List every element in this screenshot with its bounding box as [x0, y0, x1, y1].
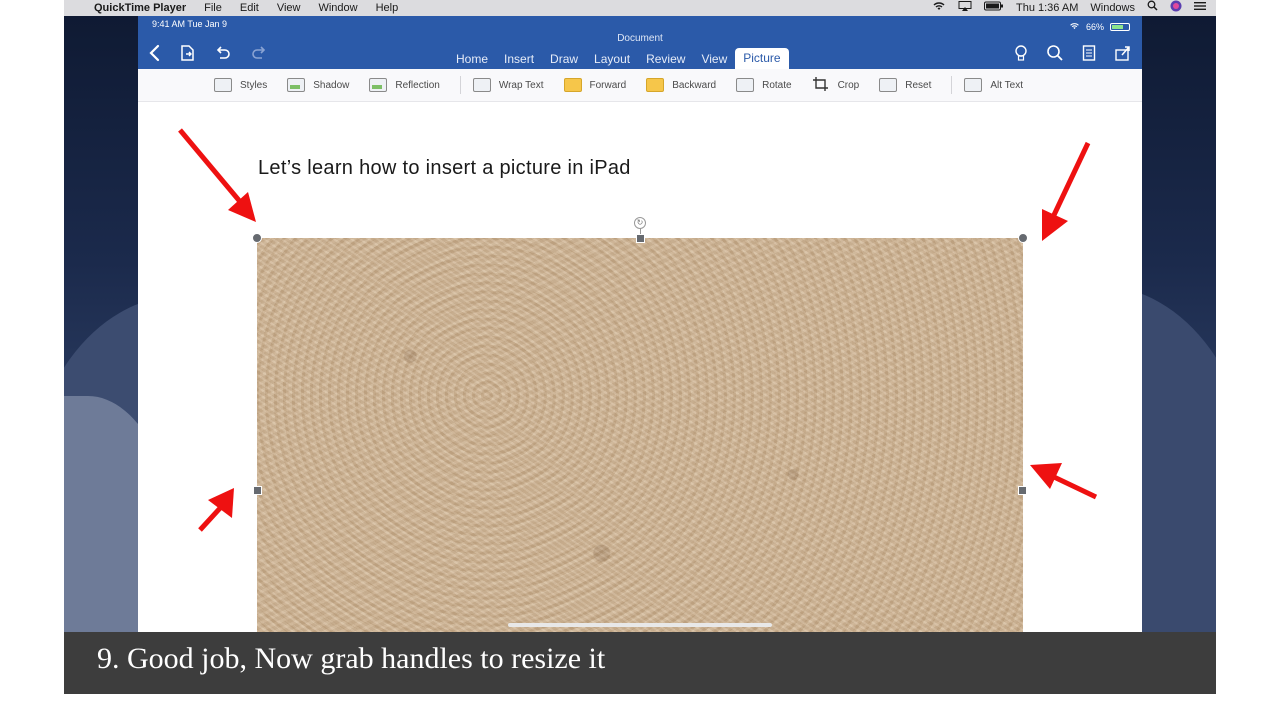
- back-icon[interactable]: [148, 44, 162, 67]
- crop-icon: [812, 76, 830, 95]
- search-icon[interactable]: [1147, 0, 1158, 16]
- reader-icon[interactable]: [1082, 44, 1096, 66]
- shadow-icon: [287, 78, 306, 92]
- tab-view[interactable]: View: [693, 49, 735, 70]
- tab-layout[interactable]: Layout: [586, 49, 638, 70]
- caption-bar: 9. Good job, Now grab handles to resize …: [64, 632, 1216, 694]
- wrap-text-label: Wrap Text: [498, 79, 544, 91]
- menu-view[interactable]: View: [277, 2, 301, 14]
- forward-icon: [563, 78, 582, 92]
- menu-file[interactable]: File: [204, 2, 222, 14]
- resize-handle-left[interactable]: [253, 486, 262, 495]
- mac-menu-bar: QuickTime Player File Edit View Window H…: [64, 0, 1216, 16]
- resize-handle-top[interactable]: [636, 234, 645, 243]
- document-heading[interactable]: Let’s learn how to insert a picture in i…: [258, 157, 631, 180]
- shadow-label: Shadow: [313, 79, 350, 91]
- tab-picture[interactable]: Picture: [735, 48, 789, 70]
- resize-handle-top-right[interactable]: [1018, 233, 1028, 243]
- file-icon[interactable]: [180, 44, 196, 67]
- menu-help[interactable]: Help: [376, 2, 399, 14]
- tab-home[interactable]: Home: [448, 49, 496, 70]
- alt-text-icon: [964, 78, 983, 92]
- menu-app-name[interactable]: QuickTime Player: [94, 2, 186, 14]
- battery-icon[interactable]: [984, 0, 1004, 16]
- styles-button[interactable]: Styles: [214, 78, 267, 92]
- shadow-button[interactable]: Shadow: [287, 78, 349, 92]
- tab-draw[interactable]: Draw: [542, 49, 586, 70]
- arrow-left-icon: [198, 488, 234, 532]
- backward-label: Backward: [672, 79, 717, 91]
- picture-texture: [257, 238, 1023, 632]
- menu-user[interactable]: Windows: [1090, 2, 1135, 14]
- battery-percent: 66%: [1085, 22, 1104, 32]
- home-indicator: [508, 623, 772, 627]
- ribbon-divider: [459, 76, 461, 94]
- styles-icon: [214, 78, 232, 92]
- arrow-top-left-icon: [178, 128, 256, 222]
- undo-icon[interactable]: [214, 44, 232, 67]
- video-frame: QuickTime Player File Edit View Window H…: [0, 0, 1280, 720]
- ipad-screen: 9:41 AM Tue Jan 9 66% Document Home Inse…: [138, 16, 1142, 632]
- document-canvas[interactable]: Let’s learn how to insert a picture in i…: [138, 102, 1142, 632]
- document-title: Document: [617, 33, 663, 44]
- battery-icon: [1110, 23, 1130, 31]
- arrow-top-right-icon: [1042, 141, 1091, 241]
- lightbulb-icon[interactable]: [1014, 44, 1028, 66]
- alt-text-label: Alt Text: [990, 79, 1023, 91]
- wrap-text-icon: [472, 78, 491, 92]
- tab-review[interactable]: Review: [638, 49, 693, 70]
- word-header: 9:41 AM Tue Jan 9 66% Document Home Inse…: [138, 16, 1142, 70]
- arrow-right-icon: [1030, 463, 1098, 500]
- backward-icon: [646, 78, 665, 92]
- caption-text: 9. Good job, Now grab handles to resize …: [97, 642, 606, 675]
- crop-label: Crop: [837, 79, 860, 91]
- ribbon-divider: [951, 76, 953, 94]
- forward-button[interactable]: Forward: [563, 78, 627, 92]
- rotate-button[interactable]: Rotate: [736, 78, 792, 92]
- styles-label: Styles: [240, 79, 268, 91]
- picture-ribbon: Styles Shadow Reflection Wrap Text Forwa…: [138, 69, 1142, 102]
- menu-icon[interactable]: [1194, 0, 1206, 16]
- reflection-icon: [369, 78, 388, 92]
- backward-button[interactable]: Backward: [646, 78, 716, 92]
- alt-text-button[interactable]: Alt Text: [964, 78, 1023, 92]
- reset-label: Reset: [905, 79, 932, 91]
- rotate-handle[interactable]: ↻: [634, 217, 646, 229]
- menu-edit[interactable]: Edit: [240, 2, 259, 14]
- rotate-label: Rotate: [762, 79, 792, 91]
- menu-extras: Thu 1:36 AM Windows: [932, 0, 1206, 16]
- siri-icon[interactable]: [1170, 0, 1182, 17]
- ribbon-tabs: Home Insert Draw Layout Review View Pict…: [448, 48, 789, 70]
- tab-insert[interactable]: Insert: [496, 49, 542, 70]
- inserted-picture[interactable]: [257, 238, 1023, 632]
- rotate-icon: [736, 78, 755, 92]
- reset-icon: [879, 78, 898, 92]
- status-time: 9:41 AM Tue Jan 9: [152, 19, 228, 29]
- reflection-button[interactable]: Reflection: [369, 78, 440, 92]
- share-icon[interactable]: [1114, 44, 1132, 66]
- header-right-tools: [1014, 44, 1132, 66]
- menu-clock[interactable]: Thu 1:36 AM: [1016, 2, 1078, 14]
- reset-button[interactable]: Reset: [879, 78, 931, 92]
- forward-label: Forward: [589, 79, 627, 91]
- menu-window[interactable]: Window: [318, 2, 357, 14]
- wrap-text-button[interactable]: Wrap Text: [472, 78, 544, 92]
- crop-button[interactable]: Crop: [812, 76, 860, 95]
- header-left-tools: [148, 44, 268, 67]
- wifi-icon[interactable]: [932, 0, 946, 16]
- search-icon[interactable]: [1046, 44, 1064, 66]
- redo-icon[interactable]: [250, 44, 268, 67]
- reflection-label: Reflection: [395, 79, 440, 91]
- airplay-icon[interactable]: [958, 0, 972, 16]
